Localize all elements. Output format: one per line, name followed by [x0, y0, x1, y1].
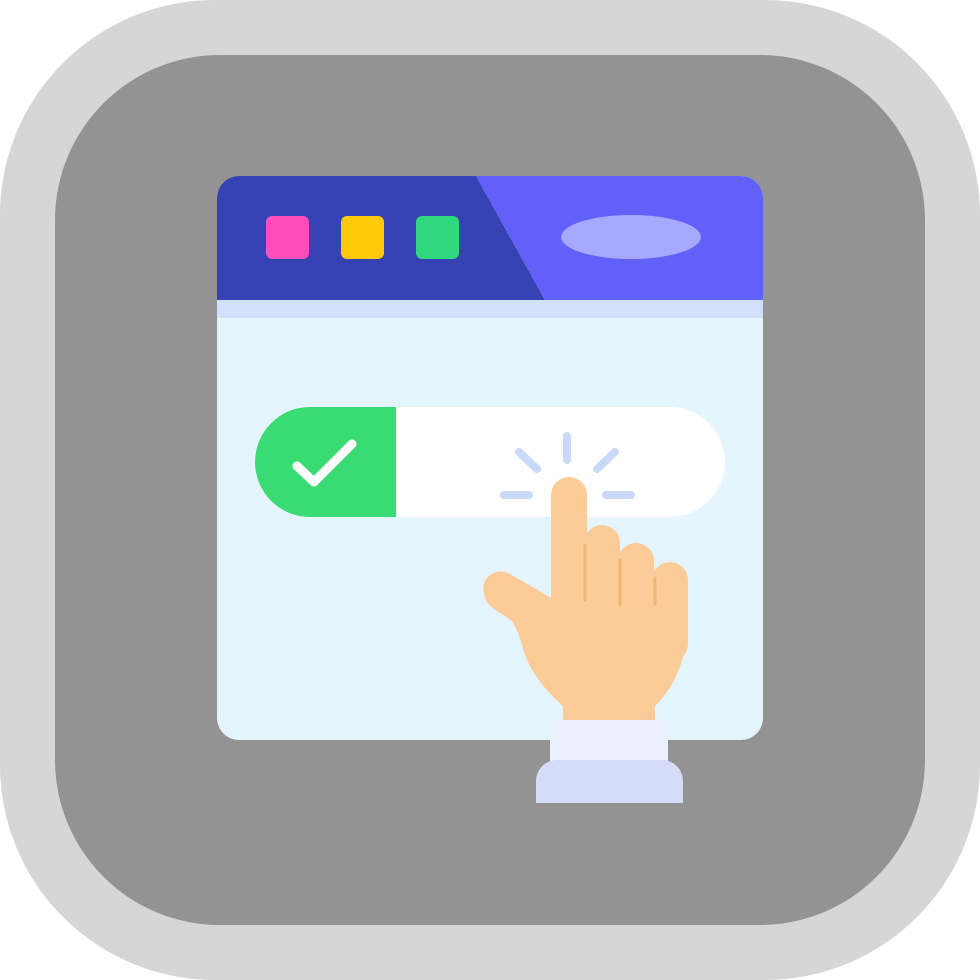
- address-bar-pill[interactable]: [561, 215, 701, 259]
- icon-canvas: [0, 0, 980, 980]
- hand-middle-finger: [584, 525, 620, 665]
- sleeve-cuff-bottom: [536, 760, 683, 803]
- window-dot-green[interactable]: [416, 216, 459, 259]
- hand-little-finger: [652, 562, 688, 662]
- sleeve-cuff-top: [550, 720, 668, 762]
- hand-ring-finger: [618, 543, 654, 663]
- browser-toggle-click-icon: [0, 0, 980, 980]
- window-dot-pink[interactable]: [266, 216, 309, 259]
- window-dot-yellow[interactable]: [341, 216, 384, 259]
- toggle-on-segment[interactable]: [255, 407, 396, 517]
- toggle-switch[interactable]: [255, 407, 725, 517]
- window-divider: [217, 300, 763, 318]
- hand-index-finger: [551, 477, 587, 657]
